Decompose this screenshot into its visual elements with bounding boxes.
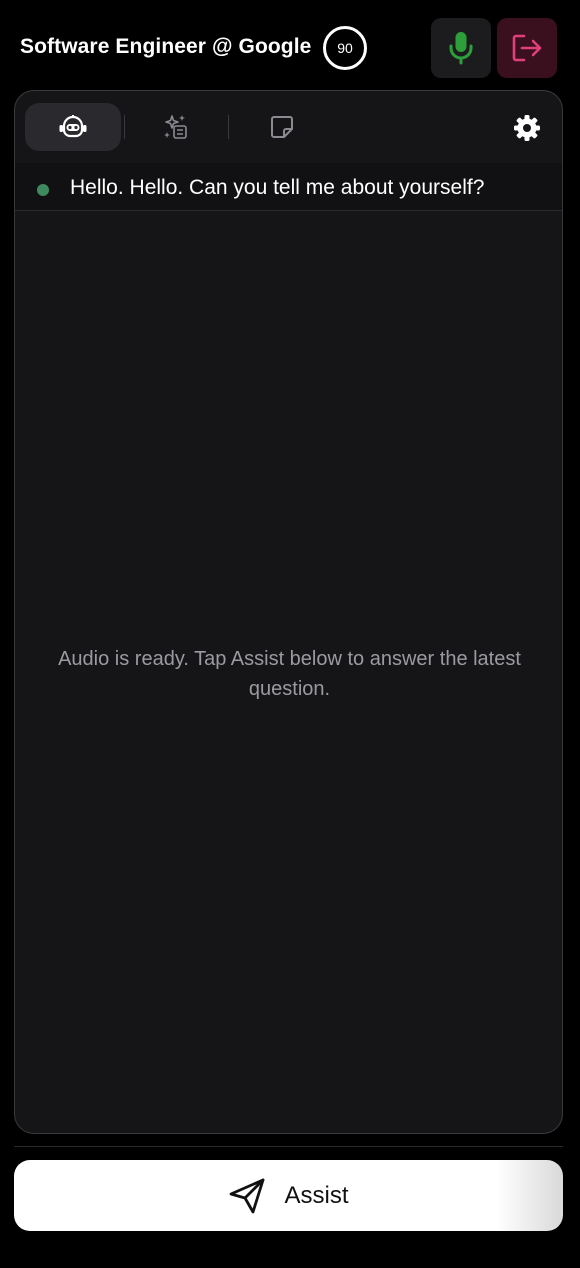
- interview-title: Software Engineer @ Google: [20, 35, 312, 58]
- empty-state-message: Audio is ready. Tap Assist below to answ…: [58, 648, 521, 700]
- sparkle-list-icon: [162, 113, 190, 141]
- divider: [14, 1146, 563, 1147]
- send-icon: [228, 1178, 266, 1214]
- tab-divider: [124, 115, 125, 139]
- tab-assistant[interactable]: [25, 103, 121, 151]
- exit-button[interactable]: [497, 18, 557, 78]
- latest-question[interactable]: Hello. Hello. Can you tell me about your…: [15, 163, 562, 211]
- header: Software Engineer @ Google 90: [0, 0, 580, 92]
- microphone-icon: [448, 31, 474, 65]
- app: Software Engineer @ Google 90 Hello. Hel…: [0, 0, 580, 1268]
- question-text: Hello. Hello. Can you tell me about your…: [70, 176, 485, 199]
- tab-bar: [15, 91, 562, 163]
- status-dot: [37, 184, 49, 196]
- tab-notes[interactable]: [251, 103, 313, 151]
- note-icon: [269, 114, 295, 140]
- microphone-button[interactable]: [431, 18, 491, 78]
- tab-divider: [228, 115, 229, 139]
- assistant-panel: Hello. Hello. Can you tell me about your…: [14, 90, 563, 1134]
- tab-ai-answers[interactable]: [143, 103, 209, 151]
- assist-button[interactable]: Assist: [14, 1160, 563, 1231]
- logout-icon: [511, 33, 543, 63]
- assist-label: Assist: [284, 1181, 349, 1209]
- settings-button[interactable]: [512, 113, 542, 143]
- score-badge: 90: [323, 26, 367, 70]
- robot-icon: [58, 114, 88, 140]
- gear-icon: [513, 114, 541, 142]
